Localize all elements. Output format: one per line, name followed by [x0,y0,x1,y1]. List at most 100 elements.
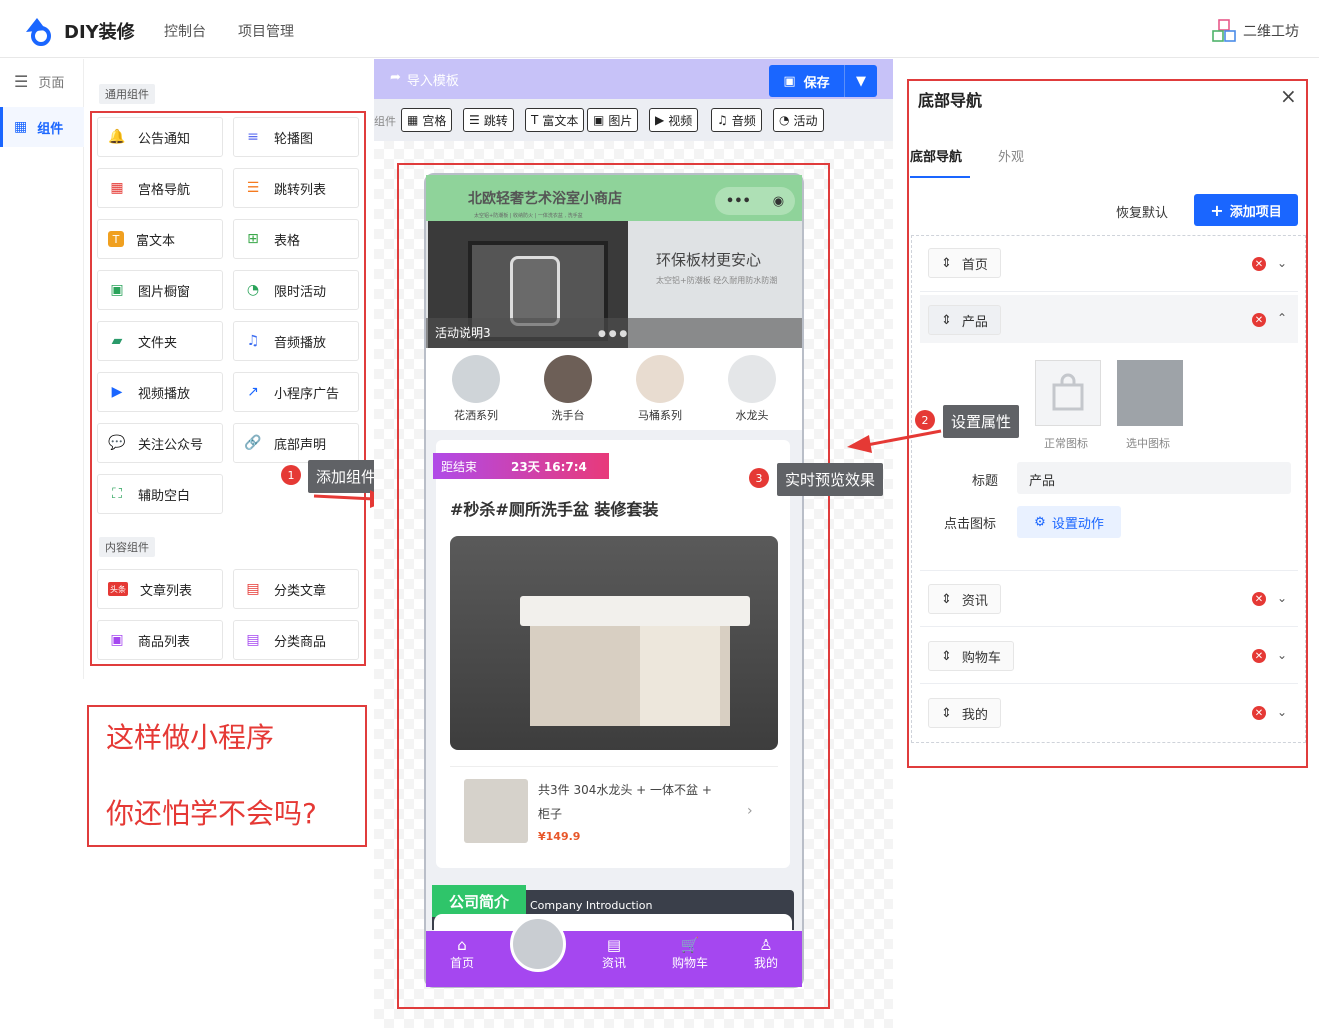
brand-name: DIY装修 [64,22,135,43]
comp-label: 文章列表 [140,583,193,599]
remove-icon[interactable]: ✕ [1252,706,1266,720]
set-action-button[interactable]: ⚙ 设置动作 [1017,506,1121,538]
category-image-toilet[interactable] [636,355,684,403]
save-button[interactable]: ▣ 保存 [769,65,845,97]
normal-icon-picker[interactable] [1035,360,1101,426]
comp-category-article[interactable]: ▤ 分类文章 [233,569,359,609]
comp-audio[interactable]: ♫ 音频播放 [233,321,359,361]
tool-rich-text[interactable]: T 富文本 [525,108,585,132]
tool-jump[interactable]: ☰ 跳转 [463,108,514,132]
remove-icon[interactable]: ✕ [1252,313,1266,327]
tool-video[interactable]: ▶ 视频 [649,108,699,132]
comp-jump-list[interactable]: ☰ 跳转列表 [233,168,359,208]
set-action-label: 设置动作 [1051,516,1104,532]
comp-spacer[interactable]: ⛶ 辅助空白 [97,474,223,514]
tool-label: 图片 [608,113,633,128]
import-template-button[interactable]: ➦ 导入模板 [390,70,459,89]
target-icon: ◉ [772,193,785,209]
bottom-nav-news[interactable]: ▤ 资讯 [589,936,639,971]
banner-caption: 环保板材更安心 [656,251,762,269]
category-image-faucet[interactable] [728,355,776,403]
comp-folder[interactable]: ▰ 文件夹 [97,321,223,361]
save-dropdown-caret[interactable]: ▼ [845,74,877,89]
bottom-nav-center-image[interactable] [510,916,566,972]
add-item-button[interactable]: + 添加项目 [1194,194,1298,226]
remove-icon[interactable]: ✕ [1252,257,1266,271]
nav-projects[interactable]: 项目管理 [238,21,294,41]
sidebar-item-page[interactable]: ☰ 页面 [0,61,84,101]
chevron-right-icon[interactable]: › [747,803,753,819]
nav-item-mine[interactable]: ⇕ 我的 [928,698,1001,728]
tab-bottom-nav[interactable]: 底部导航 [910,146,962,165]
bottom-nav-cart[interactable]: 🛒 购物车 [665,936,715,971]
chevron-down-icon[interactable]: ⌄ [1277,648,1287,662]
comp-follow-account[interactable]: 💬 关注公众号 [97,423,223,463]
comp-limited-activity[interactable]: ◔ 限时活动 [233,270,359,310]
remove-icon[interactable]: ✕ [1252,592,1266,606]
comp-label: 跳转列表 [274,182,327,198]
reset-default-button[interactable]: 恢复默认 [1116,202,1168,221]
comp-video[interactable]: ▶ 视频播放 [97,372,223,412]
chevron-down-icon[interactable]: ⌄ [1277,705,1287,719]
comp-product-list[interactable]: ▣ 商品列表 [97,620,223,660]
comp-image-window[interactable]: ▣ 图片橱窗 [97,270,223,310]
tool-image[interactable]: ▣ 图片 [587,108,639,132]
chevron-down-icon[interactable]: ⌄ [1277,591,1287,605]
nav-item-news[interactable]: ⇕ 资讯 [928,584,1001,614]
active-tab-indicator [910,176,970,178]
more-dots-icon: ••• [725,193,751,209]
comp-label: 底部声明 [274,437,327,453]
chevron-down-icon[interactable]: ⌄ [1277,256,1287,270]
close-icon[interactable]: × [1280,84,1297,108]
bag-icon: ▣ [110,632,124,648]
nav-dashboard[interactable]: 控制台 [164,21,206,41]
callout-live-preview: 实时预览效果 [777,463,884,496]
bottom-nav-mine[interactable]: ♙ 我的 [741,936,791,971]
comp-article-list[interactable]: 头条 文章列表 [97,569,223,609]
banner-subcaption: 太空铝+防潮板 经久耐用防水防潮 [656,276,778,285]
nav-item-cart[interactable]: ⇕ 购物车 [928,641,1014,671]
save-label: 保存 [803,75,830,91]
user-menu[interactable]: 二维工坊 [1211,18,1299,44]
chevron-up-icon[interactable]: ⌃ [1277,311,1287,325]
comp-label: 分类商品 [274,634,327,650]
nav-item-product[interactable]: ⇕ 产品 [928,305,1001,335]
tab-appearance[interactable]: 外观 [998,146,1024,165]
comp-carousel[interactable]: ≡ 轮播图 [233,117,359,157]
sidebar-item-label: 组件 [37,121,64,137]
category-icon: ▤ [246,581,260,597]
comp-notice[interactable]: 🔔 公告通知 [97,117,223,157]
table-icon: ⊞ [247,231,259,247]
sidebar-item-components[interactable]: ▦ 组件 [0,107,84,147]
comp-mini-ad[interactable]: ↗ 小程序广告 [233,372,359,412]
product-image[interactable] [450,536,778,750]
tool-audio[interactable]: ♫ 音频 [711,108,762,132]
tool-grid[interactable]: ▦ 宫格 [401,108,453,132]
callout-set-properties: 设置属性 [943,405,1020,438]
comp-label: 关注公众号 [138,437,204,453]
title-input[interactable]: 产品 [1017,462,1291,494]
grid-nav-icon: ▦ [110,180,124,196]
category-image-shower[interactable] [452,355,500,403]
panel-title: 底部导航 [918,91,983,110]
tool-activity[interactable]: ◔ 活动 [773,108,824,132]
comp-rich-text[interactable]: T 富文本 [97,219,223,259]
selected-icon-picker[interactable] [1117,360,1183,426]
comp-footer-statement[interactable]: 🔗 底部声明 [233,423,359,463]
category-product-icon: ▤ [246,632,260,648]
list-icon: ☰ [469,113,480,127]
video-icon: ▶ [655,113,665,127]
capsule-menu[interactable]: ••• ◉ [715,187,795,215]
remove-icon[interactable]: ✕ [1252,649,1266,663]
comp-category-product[interactable]: ▤ 分类商品 [233,620,359,660]
nav-item-home[interactable]: ⇕ 首页 [928,248,1001,278]
category-image-basin[interactable] [544,355,592,403]
drag-handle-icon: ⇕ [941,591,952,607]
item-thumbnail[interactable] [464,779,528,843]
video-icon: ▶ [111,384,123,400]
carousel-dots: ● ● ● [598,329,628,339]
bottom-nav-home[interactable]: ⌂ 首页 [437,936,487,971]
blank-frame-icon: ⛶ [112,486,122,502]
comp-grid-nav[interactable]: ▦ 宫格导航 [97,168,223,208]
comp-table[interactable]: ⊞ 表格 [233,219,359,259]
